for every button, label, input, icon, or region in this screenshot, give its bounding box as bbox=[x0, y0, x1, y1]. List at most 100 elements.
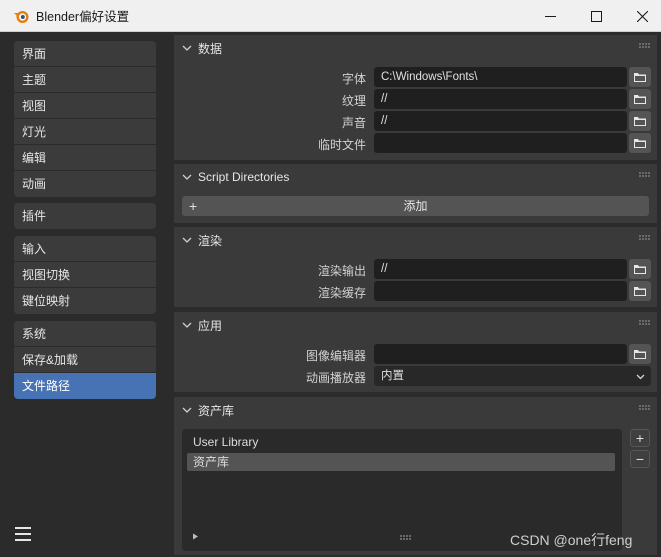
folder-icon bbox=[634, 287, 646, 296]
panel-data: 数据 字体 C:\Windows\Fonts\ 纹理 // 声音 // 临时文件 bbox=[174, 35, 657, 160]
drag-grip-icon[interactable] bbox=[639, 405, 651, 411]
row-render-output: 渲染输出 // bbox=[174, 259, 657, 279]
field-label: 动画播放器 bbox=[305, 371, 366, 385]
panel-applications: 应用 图像编辑器 动画播放器 内置 bbox=[174, 312, 657, 392]
panel-title: 资产库 bbox=[198, 403, 235, 418]
close-button[interactable] bbox=[619, 0, 661, 32]
sounds-path-field[interactable]: // bbox=[374, 111, 627, 131]
folder-icon bbox=[634, 139, 646, 148]
nav-group-addons: 插件 bbox=[14, 203, 156, 229]
animation-player-select[interactable]: 内置 bbox=[374, 366, 651, 386]
add-asset-library-button[interactable]: + bbox=[630, 429, 650, 447]
sidebar-item-interface[interactable]: 界面 bbox=[14, 41, 156, 67]
row-sounds: 声音 // bbox=[174, 111, 657, 131]
field-label: 临时文件 bbox=[317, 138, 366, 152]
sidebar-item-file-paths[interactable]: 文件路径 bbox=[14, 373, 156, 399]
sidebar-item-system[interactable]: 系统 bbox=[14, 321, 156, 347]
sidebar-item-input[interactable]: 输入 bbox=[14, 236, 156, 262]
sidebar-item-animation[interactable]: 动画 bbox=[14, 171, 156, 197]
field-label: 渲染缓存 bbox=[317, 286, 366, 300]
folder-icon bbox=[634, 95, 646, 104]
row-render-cache: 渲染缓存 bbox=[174, 281, 657, 301]
chevron-down-icon bbox=[182, 237, 192, 243]
folder-browse-button[interactable] bbox=[629, 133, 651, 153]
panel-header-assets[interactable]: 资产库 bbox=[174, 397, 657, 423]
drag-grip-icon[interactable] bbox=[639, 172, 651, 178]
add-button-label: 添加 bbox=[403, 199, 428, 213]
add-script-directory-button[interactable]: + 添加 bbox=[182, 196, 649, 216]
folder-browse-button[interactable] bbox=[629, 111, 651, 131]
close-icon bbox=[636, 10, 648, 22]
nav-group-general: 界面 主题 视图 灯光 编辑 动画 bbox=[14, 41, 156, 197]
panel-title: 数据 bbox=[198, 41, 223, 56]
panel-script-directories: Script Directories + 添加 bbox=[174, 164, 657, 223]
chevron-down-icon bbox=[182, 174, 192, 180]
sidebar-item-navigation[interactable]: 视图切换 bbox=[14, 262, 156, 288]
folder-browse-button[interactable] bbox=[629, 89, 651, 109]
row-animation-player: 动画播放器 内置 bbox=[174, 366, 657, 386]
sidebar-item-editing[interactable]: 编辑 bbox=[14, 145, 156, 171]
remove-asset-library-button[interactable]: − bbox=[630, 450, 650, 468]
fonts-path-field[interactable]: C:\Windows\Fonts\ bbox=[374, 67, 627, 87]
blender-logo-icon bbox=[14, 10, 29, 23]
maximize-button[interactable] bbox=[573, 0, 619, 32]
folder-browse-button[interactable] bbox=[629, 259, 651, 279]
field-label: 图像编辑器 bbox=[305, 349, 366, 363]
maximize-icon bbox=[590, 10, 602, 22]
chevron-down-icon bbox=[636, 374, 645, 380]
sidebar-item-keymap[interactable]: 键位映射 bbox=[14, 288, 156, 314]
row-temporary-files: 临时文件 bbox=[174, 133, 657, 153]
drag-grip-icon[interactable] bbox=[639, 43, 651, 49]
sidebar-item-addons[interactable]: 插件 bbox=[14, 203, 156, 229]
field-label: 声音 bbox=[341, 116, 366, 130]
row-textures: 纹理 // bbox=[174, 89, 657, 109]
nav-group-system: 系统 保存&加载 文件路径 bbox=[14, 321, 156, 399]
image-editor-field[interactable] bbox=[374, 344, 627, 364]
drag-grip-icon[interactable] bbox=[639, 235, 651, 241]
sidebar: 界面 主题 视图 灯光 编辑 动画 插件 输入 视图切换 键位映射 系统 保存&… bbox=[0, 32, 170, 557]
sidebar-item-save-load[interactable]: 保存&加载 bbox=[14, 347, 156, 373]
row-image-editor: 图像编辑器 bbox=[174, 344, 657, 364]
field-label: 字体 bbox=[341, 72, 366, 86]
panel-header-applications[interactable]: 应用 bbox=[174, 312, 657, 338]
plus-icon: + bbox=[189, 198, 198, 214]
nav-group-input: 输入 视图切换 键位映射 bbox=[14, 236, 156, 314]
select-value: 内置 bbox=[381, 370, 404, 382]
chevron-down-icon bbox=[182, 407, 192, 413]
list-item-user-library[interactable]: User Library bbox=[187, 433, 615, 451]
list-item-asset-library[interactable]: 资产库 bbox=[187, 453, 615, 471]
panel-header-scripts[interactable]: Script Directories bbox=[174, 164, 657, 190]
plus-icon: + bbox=[635, 430, 645, 446]
hamburger-menu-icon[interactable] bbox=[14, 526, 32, 542]
panel-title: 渲染 bbox=[198, 233, 223, 248]
sidebar-item-themes[interactable]: 主题 bbox=[14, 67, 156, 93]
panel-header-render[interactable]: 渲染 bbox=[174, 227, 657, 253]
temp-path-field[interactable] bbox=[374, 133, 627, 153]
field-label: 渲染输出 bbox=[317, 264, 366, 278]
folder-browse-button[interactable] bbox=[629, 281, 651, 301]
title-bar: Blender偏好设置 bbox=[0, 0, 661, 32]
panel-title: 应用 bbox=[198, 318, 223, 333]
field-label: 纹理 bbox=[341, 94, 366, 108]
render-output-field[interactable]: // bbox=[374, 259, 627, 279]
panel-title: Script Directories bbox=[198, 170, 290, 184]
render-cache-field[interactable] bbox=[374, 281, 627, 301]
minus-icon: − bbox=[635, 451, 645, 467]
panel-header-data[interactable]: 数据 bbox=[174, 35, 657, 61]
folder-icon bbox=[634, 73, 646, 82]
panel-render: 渲染 渲染输出 // 渲染缓存 bbox=[174, 227, 657, 307]
main-content: 数据 字体 C:\Windows\Fonts\ 纹理 // 声音 // 临时文件 bbox=[170, 32, 661, 557]
drag-grip-icon[interactable] bbox=[639, 320, 651, 326]
folder-browse-button[interactable] bbox=[629, 67, 651, 87]
folder-browse-button[interactable] bbox=[629, 344, 651, 364]
minimize-button[interactable] bbox=[527, 0, 573, 32]
chevron-down-icon bbox=[182, 45, 192, 51]
sidebar-item-lights[interactable]: 灯光 bbox=[14, 119, 156, 145]
watermark: CSDN @one行feng bbox=[510, 532, 633, 548]
sidebar-item-viewport[interactable]: 视图 bbox=[14, 93, 156, 119]
folder-icon bbox=[634, 350, 646, 359]
expand-triangle-icon[interactable] bbox=[192, 533, 199, 540]
folder-icon bbox=[634, 117, 646, 126]
resize-grip-icon[interactable] bbox=[400, 535, 412, 541]
textures-path-field[interactable]: // bbox=[374, 89, 627, 109]
